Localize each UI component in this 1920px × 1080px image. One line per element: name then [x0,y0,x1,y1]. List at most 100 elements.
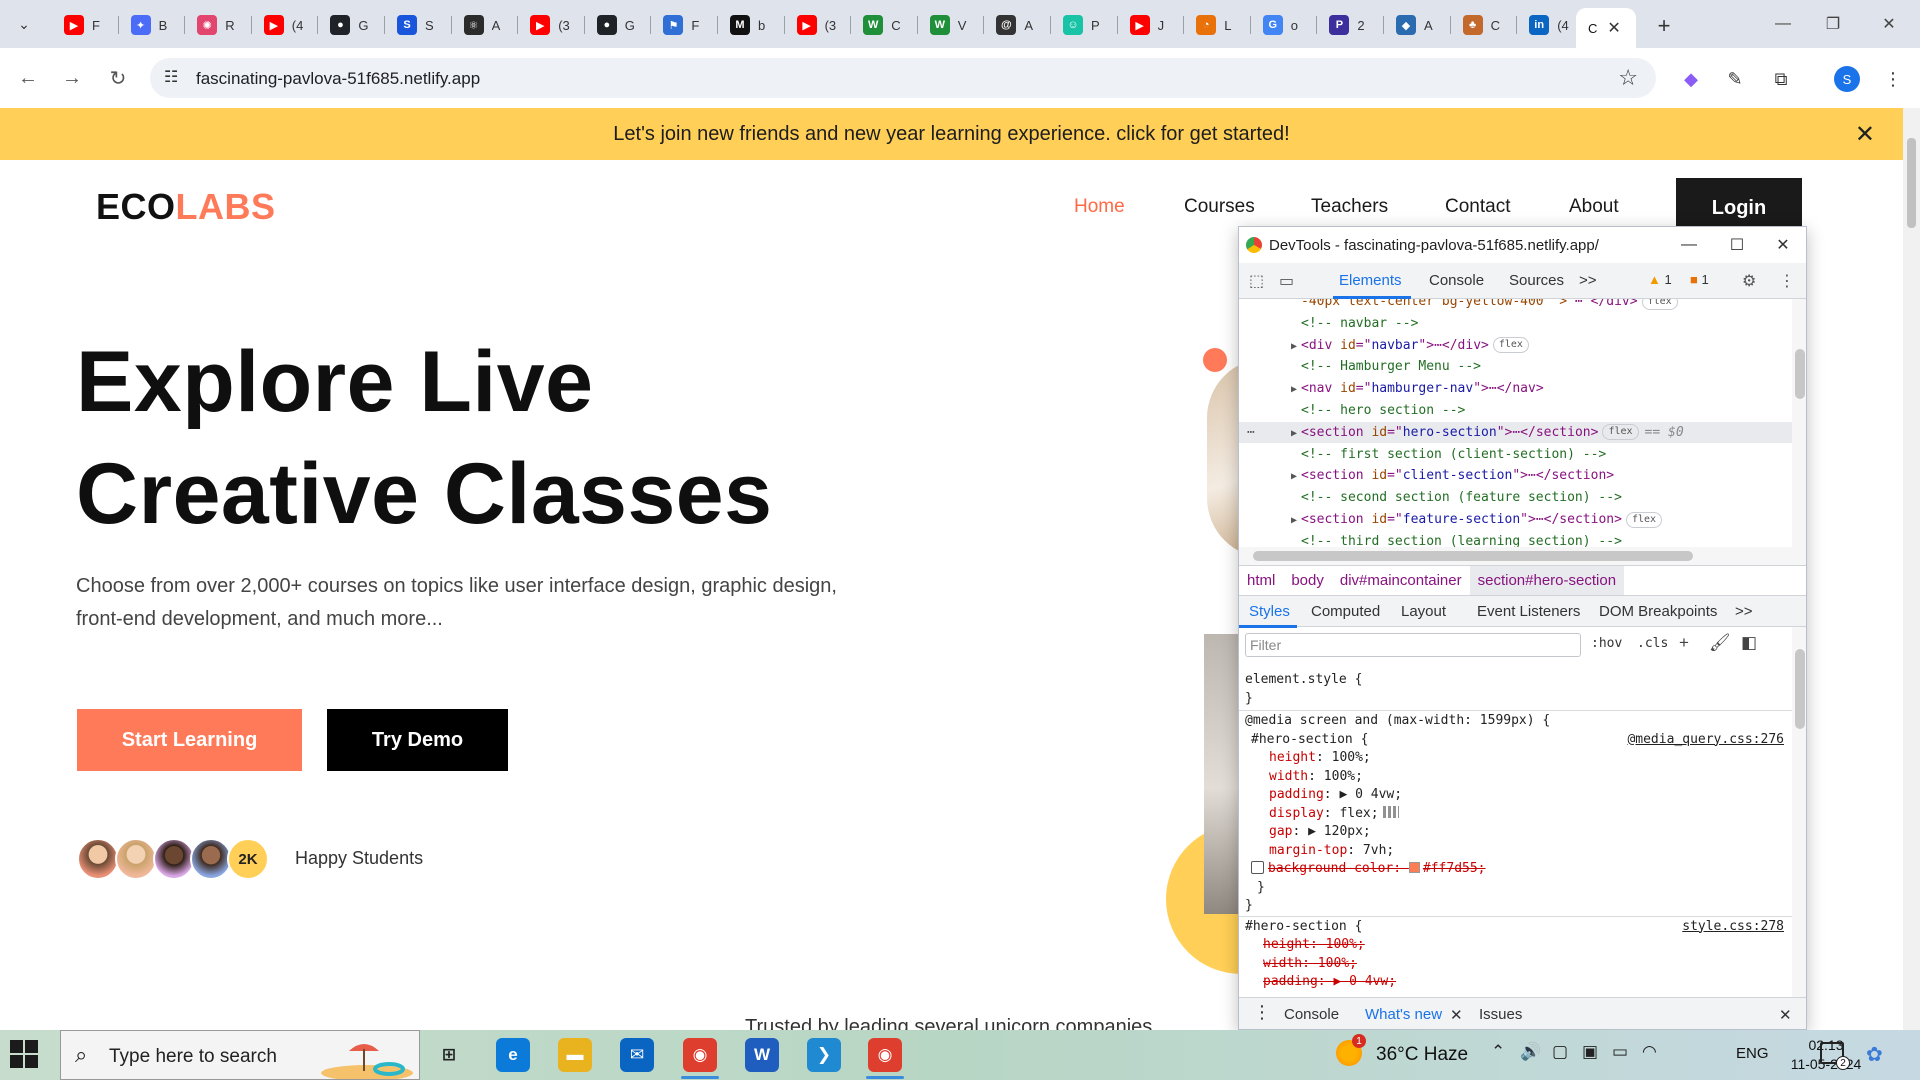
forward-arrow-icon[interactable]: → [56,62,88,94]
css-property[interactable]: padding [1269,787,1324,802]
browser-tab[interactable]: WC [851,8,917,42]
expand-arrow-icon[interactable]: ▶ [1291,466,1301,487]
tab-elements[interactable]: Elements [1339,272,1402,289]
close-whats-new-icon[interactable]: ✕ [1450,1006,1463,1024]
flexbox-editor-icon[interactable] [1382,805,1399,818]
close-window-icon[interactable]: ✕ [1866,8,1912,40]
devtools-kebab-icon[interactable]: ⋮ [1779,271,1795,291]
tab-console[interactable]: Console [1429,272,1484,289]
property-checkbox[interactable] [1251,861,1264,874]
dom-node-line[interactable]: <!-- Hamburger Menu --> [1239,356,1792,377]
dom-node-line[interactable]: ▶ <section id="feature-section">⋯</sectio… [1239,509,1792,530]
cls-toggle[interactable]: .cls [1637,636,1668,651]
browser-tab[interactable]: SS [385,8,451,42]
browser-tab[interactable]: WV [918,8,984,42]
dom-node-line[interactable]: <!-- navbar --> [1239,313,1792,334]
nav-link-home[interactable]: Home [1074,196,1125,218]
extensions-puzzle-icon[interactable]: ⧉ [1768,66,1794,92]
collapsed-ellipsis-icon[interactable]: ⋯ [1528,468,1536,483]
back-arrow-icon[interactable]: ← [12,62,44,94]
nav-link-courses[interactable]: Courses [1184,196,1255,218]
nav-link-teachers[interactable]: Teachers [1311,196,1388,218]
scrollbar-thumb[interactable] [1795,349,1805,399]
subtab-styles[interactable]: Styles [1249,603,1290,620]
breadcrumb-html[interactable]: html [1239,566,1283,596]
browser-tab[interactable]: ▶ (4 [252,8,318,42]
subtab-layout[interactable]: Layout [1401,603,1446,620]
subtabs-more-chevron[interactable]: >> [1735,603,1753,620]
flex-badge[interactable]: flex [1641,299,1678,310]
scrollbar-thumb[interactable] [1795,649,1805,729]
wifi-icon[interactable]: ◠ [1642,1042,1657,1062]
dom-node-line[interactable]: ▶ <div id="navbar">⋯</div> flex [1239,335,1792,356]
browser-tab[interactable]: ♣ C [1451,8,1517,42]
collapsed-ellipsis-icon[interactable]: ⋯ [1536,512,1544,527]
battery-icon[interactable]: ▭ [1612,1042,1628,1062]
styles-scrollbar[interactable] [1792,627,1806,1013]
overridden-css-property[interactable]: width: 100%; [1263,956,1357,971]
banner-close-icon[interactable]: ✕ [1855,120,1875,149]
scrollbar-thumb[interactable] [1907,138,1916,228]
element-style-selector[interactable]: element.style { [1245,672,1362,687]
tab-sources[interactable]: Sources [1509,272,1564,289]
mail-icon[interactable]: ✉ [620,1038,654,1072]
disabled-css-property[interactable]: background-color: [1268,861,1409,876]
taskbar-search-box[interactable]: ⌕ Type here to search [60,1030,420,1080]
drawer-tab-issues[interactable]: Issues [1479,1006,1522,1023]
subtab-computed[interactable]: Computed [1311,603,1380,620]
dom-vertical-scrollbar[interactable] [1792,299,1806,547]
styles-filter-input[interactable] [1245,633,1581,657]
css-source-link[interactable]: style.css:278 [1682,918,1784,936]
subtab-event-listeners[interactable]: Event Listeners [1477,603,1580,620]
new-tab-button[interactable]: + [1650,12,1678,40]
profile-avatar[interactable]: S [1834,66,1860,92]
browser-tab[interactable]: ▶ (3 [785,8,851,42]
tab-search-chevron-icon[interactable]: ⌄ [8,10,40,38]
scrollbar-thumb[interactable] [1253,551,1693,561]
file-explorer-icon[interactable]: ▬ [558,1038,592,1072]
errors-counter[interactable]: ■ 1 [1690,272,1709,287]
collapsed-ellipsis-icon[interactable]: ⋯ [1434,338,1442,353]
hov-toggle[interactable]: :hov [1591,636,1622,651]
css-property[interactable]: margin-top [1269,843,1347,858]
css-value[interactable]: : 100%; [1308,769,1363,784]
browser-tab[interactable]: ✦ B [119,8,185,42]
css-value[interactable]: : 100%; [1316,750,1371,765]
toggle-sidebar-icon[interactable]: ◧ [1741,633,1757,653]
banner-text[interactable]: Let's join new friends and new year lear… [613,123,1289,146]
ecolabs-logo[interactable]: ECOLABS [96,186,276,228]
try-demo-button[interactable]: Try Demo [327,709,508,771]
volume-icon[interactable]: 🔊 [1520,1042,1541,1062]
dom-ellipsis-icon[interactable]: ⋯ [1247,422,1255,443]
browser-tab[interactable]: ⚛ A [452,8,518,42]
browser-tab[interactable]: ▶ (3 [518,8,584,42]
maximize-icon[interactable]: ☐ [1717,231,1757,259]
edge-icon[interactable]: e [496,1038,530,1072]
settings-gear-icon[interactable]: ⚙ [1742,271,1756,291]
css-value[interactable]: : ▶ 0 4vw; [1324,787,1402,802]
weather-text[interactable]: 36°C Haze [1376,1044,1468,1066]
bookmark-star-icon[interactable]: ☆ [1618,65,1638,91]
restore-window-icon[interactable]: ❐ [1810,8,1856,40]
dom-node-line[interactable]: <!-- third section (learning section) --… [1239,531,1792,547]
disabled-css-value[interactable]: #ff7d55; [1423,861,1486,876]
dom-node-line[interactable]: <!-- first section (client-section) --> [1239,444,1792,465]
overridden-css-property[interactable]: padding: ▶ 0 4vw; [1263,974,1396,989]
css-property[interactable]: gap [1269,824,1292,839]
tray-chevron-up-icon[interactable]: ⌃ [1491,1042,1505,1062]
browser-tab[interactable]: Go [1251,8,1317,42]
dom-node-line[interactable]: <!-- hero section --> [1239,400,1792,421]
browser-tab[interactable]: ▶ F [52,8,118,42]
menu-kebab-icon[interactable]: ⋮ [1880,66,1906,92]
browser-tab[interactable]: ▶ J [1118,8,1184,42]
browser-tab[interactable]: @ A [984,8,1050,42]
url-text[interactable]: fascinating-pavlova-51f685.netlify.app [196,69,480,89]
drawer-tab-console[interactable]: Console [1284,1006,1339,1023]
expand-arrow-icon[interactable]: ▶ [1291,336,1301,357]
chrome-icon[interactable]: ◉ [868,1038,902,1072]
color-swatch-icon[interactable] [1408,862,1420,873]
task-view-icon[interactable]: ⊞ [432,1038,466,1072]
drawer-tab-whats-new[interactable]: What's new [1365,1006,1442,1023]
breadcrumb-body[interactable]: body [1283,566,1332,596]
subtab-dom-breakpoints[interactable]: DOM Breakpoints [1599,603,1717,620]
